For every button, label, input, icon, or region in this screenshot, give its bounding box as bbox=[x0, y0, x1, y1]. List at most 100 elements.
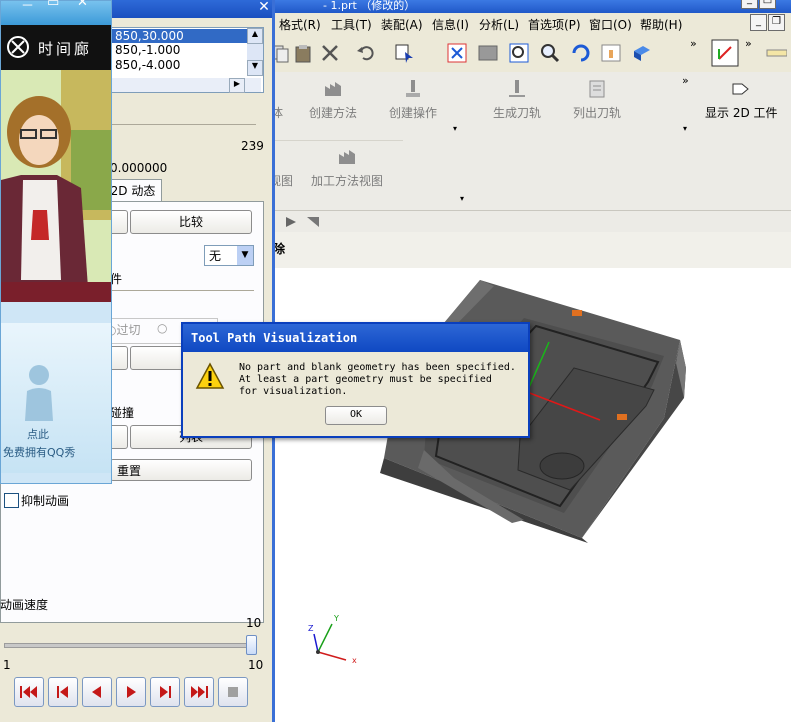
ribbon-overflow-icon[interactable]: » bbox=[682, 74, 689, 87]
ribbon-dropdown-icon[interactable]: ▾ bbox=[453, 124, 457, 133]
tool-marker-icon-2 bbox=[617, 414, 627, 420]
selection-tool-icon[interactable] bbox=[283, 214, 299, 230]
step-forward-icon bbox=[160, 686, 171, 698]
zoom-region-icon[interactable] bbox=[477, 42, 499, 64]
chat-restore-icon[interactable]: ▭ bbox=[47, 0, 59, 10]
minimize-icon[interactable]: _ bbox=[741, 0, 758, 9]
ribbon-dropdown-icon-3[interactable]: ▾ bbox=[683, 124, 687, 133]
generate-toolpath-button[interactable]: 生成刀轨 bbox=[493, 78, 541, 121]
speed-slider-track[interactable] bbox=[4, 643, 256, 648]
play-reverse-icon bbox=[92, 686, 101, 698]
menu-format[interactable]: 格式(R) bbox=[279, 16, 321, 33]
zoom-icon[interactable] bbox=[539, 42, 561, 64]
machining-method-view-button[interactable]: 加工方法视图 bbox=[311, 146, 383, 189]
measure-icon[interactable] bbox=[765, 42, 787, 64]
step-back-icon bbox=[57, 686, 68, 698]
list-item[interactable]: 850,30.000 bbox=[115, 29, 184, 43]
create-operation-icon bbox=[406, 80, 420, 97]
close-icon[interactable]: ✕ bbox=[256, 0, 272, 14]
list-toolpath-button[interactable]: 列出刀轨 bbox=[573, 78, 621, 121]
standard-toolbar: » » bbox=[265, 35, 791, 73]
paste-icon[interactable] bbox=[292, 42, 314, 64]
play-reverse-button[interactable] bbox=[82, 677, 112, 707]
suppress-animation-checkbox[interactable] bbox=[4, 493, 19, 508]
menu-assembly[interactable]: 装配(A) bbox=[381, 16, 423, 33]
chat-panel-header: － ▭ ✕ bbox=[1, 0, 111, 25]
menu-analysis[interactable]: 分析(L) bbox=[479, 16, 519, 33]
value-readout: 0.000000 bbox=[110, 161, 168, 175]
toolpath-list[interactable]: 850,30.000 850,-1.000 850,-4.000 ▲ ▼ ▶ bbox=[110, 27, 264, 93]
menu-tools[interactable]: 工具(T) bbox=[331, 16, 372, 33]
animation-speed-label: 动画速度 bbox=[0, 598, 49, 612]
toolbar-overflow-icon[interactable]: » bbox=[690, 37, 697, 50]
menu-preferences[interactable]: 首选项(P) bbox=[528, 16, 581, 33]
shaded-view-icon[interactable] bbox=[631, 42, 653, 64]
fast-forward-to-end-icon bbox=[191, 686, 208, 698]
reset-button[interactable]: 重置 bbox=[110, 459, 252, 481]
avatar-show[interactable] bbox=[1, 70, 111, 302]
brand-logo-icon bbox=[7, 36, 29, 58]
slider-value: 10 bbox=[246, 616, 262, 630]
speed-slider-thumb[interactable] bbox=[246, 635, 257, 655]
qq-show-promo[interactable]: 点此 免费拥有QQ秀 bbox=[1, 323, 111, 473]
tool-path-visualization-alert: Tool Path Visualization No part and blan… bbox=[181, 322, 530, 438]
play-button[interactable] bbox=[116, 677, 146, 707]
create-operation-button[interactable]: 创建操作 bbox=[389, 78, 437, 121]
step-count: 239 bbox=[241, 139, 264, 153]
maximize-icon[interactable]: □ bbox=[759, 0, 776, 9]
promo-click-label[interactable]: 点此 bbox=[27, 426, 49, 442]
rotate-icon[interactable] bbox=[570, 42, 592, 64]
csys-icon[interactable] bbox=[711, 39, 739, 67]
ok-button[interactable]: OK bbox=[325, 406, 387, 425]
slider-min-label: 1 bbox=[3, 658, 11, 672]
promo-label[interactable]: 免费拥有QQ秀 bbox=[3, 444, 75, 460]
scrollbar-horizontal[interactable]: ▶ bbox=[111, 78, 261, 93]
fit-view-icon[interactable] bbox=[446, 42, 468, 64]
app-titlebar: - 1.prt （修改的） bbox=[265, 0, 791, 13]
triad-y-label: Y bbox=[334, 614, 339, 623]
scrollbar-vertical[interactable]: ▲ ▼ bbox=[247, 28, 263, 76]
toolbar-overflow-icon-2[interactable]: » bbox=[745, 37, 752, 50]
ribbon-dropdown-icon-2[interactable]: ▾ bbox=[460, 194, 464, 203]
step-back-button[interactable] bbox=[48, 677, 78, 707]
collision-select[interactable]: 无 ▼ bbox=[204, 245, 254, 266]
stop-button[interactable] bbox=[218, 677, 248, 707]
brand-banner: 时间廊 bbox=[1, 25, 111, 70]
brand-name: 时间廊 bbox=[38, 40, 93, 58]
generate-toolpath-icon bbox=[509, 80, 525, 97]
app-title: - 1.prt （修改的） bbox=[323, 0, 416, 12]
menu-window[interactable]: 窗口(O) bbox=[589, 16, 632, 33]
restore-minimize-icon[interactable]: _ bbox=[750, 14, 767, 31]
create-method-button[interactable]: 创建方法 bbox=[309, 78, 357, 121]
rewind-to-start-button[interactable] bbox=[14, 677, 44, 707]
select-filter-icon[interactable] bbox=[393, 42, 415, 64]
chat-side-panel: － ▭ ✕ 时间廊 点此 免费拥有QQ秀 bbox=[0, 0, 112, 484]
stop-icon bbox=[228, 687, 238, 697]
show-2d-workpiece-button[interactable]: 显示 2D 工件 bbox=[705, 78, 778, 121]
radio-option-2[interactable]: ○ bbox=[157, 321, 167, 335]
restore-icon[interactable]: ❐ bbox=[768, 14, 785, 31]
scroll-up-icon[interactable]: ▲ bbox=[247, 28, 263, 44]
zoom-window-icon[interactable] bbox=[508, 42, 530, 64]
scroll-right-icon[interactable]: ▶ bbox=[229, 78, 245, 93]
step-forward-button[interactable] bbox=[150, 677, 180, 707]
chevron-down-icon[interactable]: ▼ bbox=[237, 246, 253, 265]
menu-bar: 格式(R) 工具(T) 装配(A) 信息(I) 分析(L) 首选项(P) 窗口(… bbox=[265, 13, 791, 35]
navigator-header: 除 bbox=[265, 232, 791, 269]
pan-icon[interactable] bbox=[600, 42, 622, 64]
compare-button[interactable]: 比较 bbox=[130, 210, 252, 234]
selection-tool-icon-2[interactable] bbox=[305, 214, 321, 230]
tab-2d-dynamic[interactable]: 2D 动态 bbox=[104, 179, 162, 202]
undo-icon[interactable] bbox=[355, 42, 377, 64]
chat-close-icon[interactable]: ✕ bbox=[77, 0, 88, 10]
fast-forward-to-end-button[interactable] bbox=[184, 677, 214, 707]
delete-icon[interactable] bbox=[319, 42, 341, 64]
show-2d-workpiece-icon bbox=[732, 83, 750, 95]
menu-info[interactable]: 信息(I) bbox=[432, 16, 469, 33]
triad-x-label: x bbox=[352, 656, 357, 665]
list-item[interactable]: 850,-1.000 bbox=[115, 43, 180, 57]
menu-help[interactable]: 帮助(H) bbox=[640, 16, 682, 33]
chat-minimize-icon[interactable]: － bbox=[21, 0, 34, 14]
scroll-down-icon[interactable]: ▼ bbox=[247, 60, 263, 76]
list-item[interactable]: 850,-4.000 bbox=[115, 58, 180, 72]
